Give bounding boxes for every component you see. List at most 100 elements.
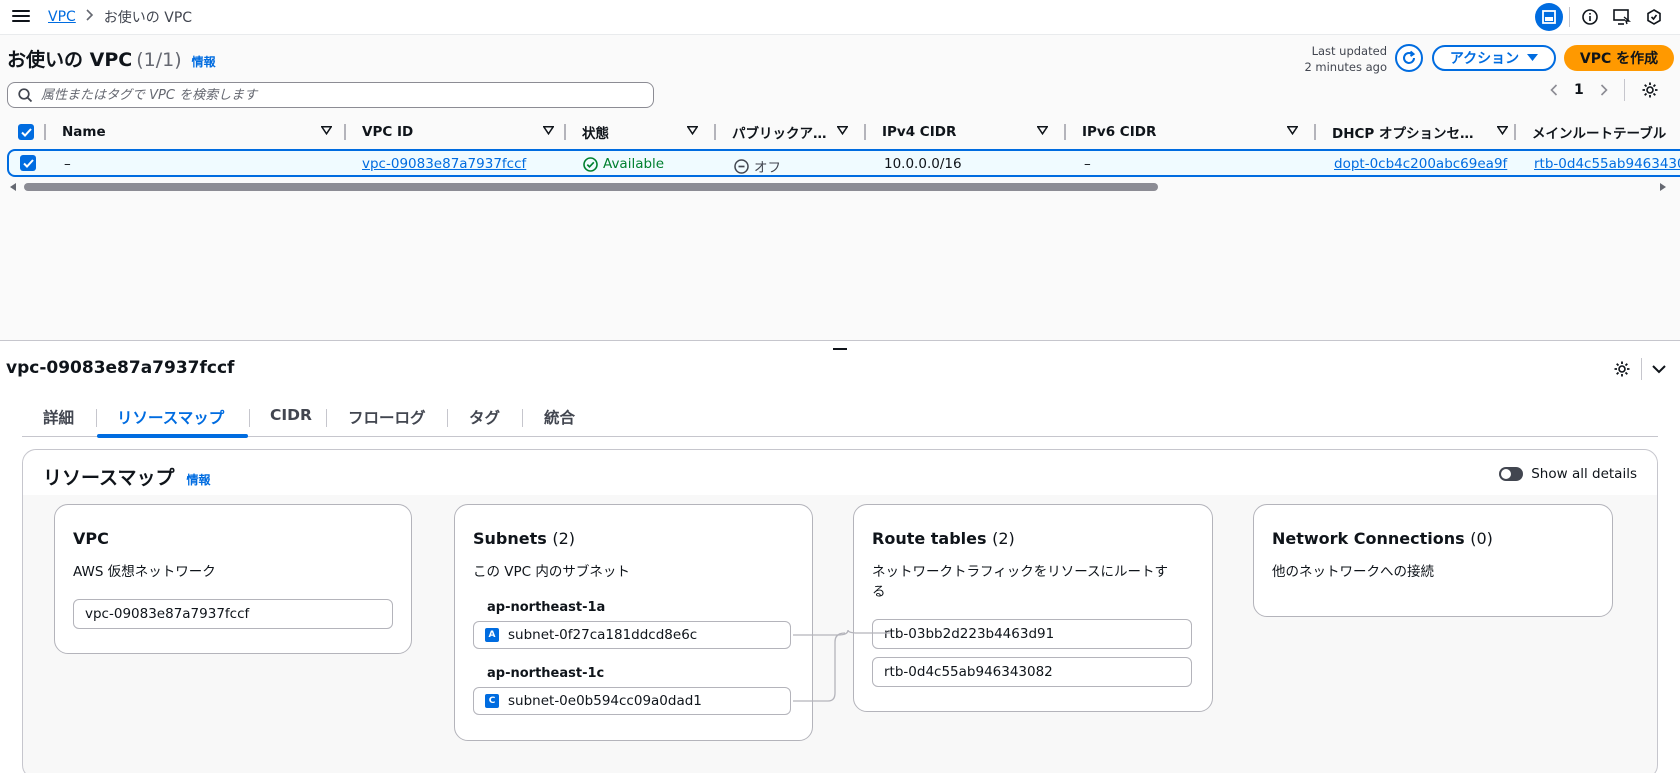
cell-main-route-table-link[interactable]: rtb-0d4c55ab9463430 <box>1534 156 1680 172</box>
az-badge-icon: C <box>485 694 499 708</box>
subnet-resource[interactable]: C subnet-0e0b594cc09a0dad1 <box>473 687 791 715</box>
column-label: パブリックア… <box>732 126 827 142</box>
toggle-switch[interactable] <box>1499 467 1524 481</box>
column-label: IPv6 CIDR <box>1082 124 1157 140</box>
tab-integrations[interactable]: 統合 <box>544 406 575 428</box>
checkbox-checked-icon <box>18 124 34 140</box>
split-panel-divider[interactable] <box>0 340 1680 341</box>
az-badge-icon: A <box>485 628 499 642</box>
column-header-vpc-id[interactable]: VPC ID <box>362 117 562 147</box>
column-header-main-route-table[interactable]: メインルートテーブル <box>1532 117 1680 147</box>
show-all-details-toggle[interactable]: Show all details <box>1499 466 1637 482</box>
resource-map-title-text: リソースマップ <box>43 467 175 489</box>
row-checkbox[interactable] <box>20 155 36 171</box>
tab-divider <box>522 409 523 427</box>
column-header-dhcp-options[interactable]: DHCP オプションセ… <box>1332 117 1516 147</box>
current-page[interactable]: 1 <box>1574 82 1584 98</box>
refresh-button[interactable] <box>1395 44 1423 72</box>
column-divider <box>1514 124 1516 140</box>
availability-zone-label: ap-northeast-1a <box>487 600 606 615</box>
column-header-ipv4-cidr[interactable]: IPv4 CIDR <box>882 117 1056 147</box>
tab-flow-logs[interactable]: フローログ <box>348 406 426 428</box>
info-link[interactable]: 情報 <box>186 471 210 488</box>
cell-name: – <box>64 156 71 172</box>
availability-zone-label: ap-northeast-1c <box>487 666 605 681</box>
breadcrumb: VPC お使いの VPC <box>48 7 192 27</box>
info-button[interactable] <box>1574 2 1606 32</box>
pagination: 1 <box>1550 79 1659 101</box>
tab-resource-map[interactable]: リソースマップ <box>117 406 224 428</box>
cell-state: Available <box>583 156 664 172</box>
sort-caret-icon <box>1287 126 1298 135</box>
create-vpc-button[interactable]: VPC を作成 <box>1564 45 1674 71</box>
subnet-resource[interactable]: A subnet-0f27ca181ddcd8e6c <box>473 621 791 649</box>
tab-divider <box>326 409 327 427</box>
route-table-resource[interactable]: rtb-03bb2d223b4463d91 <box>872 619 1192 649</box>
list-header: お使いの VPC (1/1) 情報 <box>7 45 216 72</box>
breadcrumb-current: お使いの VPC <box>103 10 193 26</box>
network-connections-card: Network Connections (0) 他のネットワークへの接続 <box>1253 504 1613 617</box>
tutorial-button[interactable] <box>1606 2 1638 32</box>
card-subtitle: AWS 仮想ネットワーク <box>73 564 216 580</box>
horizontal-scrollbar[interactable] <box>0 180 1680 194</box>
column-label: メインルートテーブル <box>1532 126 1667 142</box>
tab-tags[interactable]: タグ <box>469 406 500 428</box>
scrollbar-thumb[interactable] <box>24 183 1158 191</box>
tab-cidr[interactable]: CIDR <box>270 406 312 424</box>
search-input[interactable] <box>41 87 641 103</box>
column-label: 状態 <box>582 126 609 142</box>
scroll-right-icon[interactable] <box>1660 183 1666 191</box>
breadcrumb-vpc-link[interactable]: VPC <box>48 9 76 25</box>
chevron-down-icon[interactable] <box>1652 364 1666 374</box>
select-all-checkbox[interactable] <box>18 117 38 147</box>
card-title: Network Connections (0) <box>1272 529 1493 548</box>
route-table-resource[interactable]: rtb-0d4c55ab946343082 <box>872 657 1192 687</box>
table-header: Name VPC ID 状態 パブリックア… IPv4 CIDR IPv6 CI… <box>0 117 1680 147</box>
last-updated: Last updated 2 minutes ago <box>1304 43 1387 75</box>
feedback-button[interactable] <box>1638 2 1670 32</box>
split-panel-icon <box>1535 3 1563 31</box>
search-icon <box>18 87 33 102</box>
split-panel-button[interactable] <box>1533 2 1565 32</box>
column-divider <box>44 124 46 140</box>
gear-icon[interactable] <box>1613 360 1631 378</box>
route-tables-card: Route tables (2) ネットワークトラフィックをリソースにルートす … <box>853 504 1213 712</box>
column-header-ipv6-cidr[interactable]: IPv6 CIDR <box>1082 117 1306 147</box>
search-box[interactable] <box>7 82 654 108</box>
card-subtitle: この VPC 内のサブネット <box>473 564 630 580</box>
top-navigation-bar: VPC お使いの VPC <box>0 0 1680 35</box>
actions-label: アクション <box>1449 51 1520 67</box>
cell-dhcp-link[interactable]: dopt-0cb4c200abc69ea9f <box>1334 156 1507 172</box>
column-header-state[interactable]: 状態 <box>582 117 706 147</box>
resource-map-container: リソースマップ 情報 Show all details VPC AWS 仮想ネッ… <box>22 449 1658 773</box>
page-title: お使いの VPC <box>7 49 133 71</box>
vpc-resource[interactable]: vpc-09083e87a7937fccf <box>73 599 393 629</box>
card-title: Subnets (2) <box>473 529 575 548</box>
column-divider <box>864 124 866 140</box>
previous-page-icon[interactable] <box>1550 84 1558 96</box>
sort-caret-icon <box>1037 126 1048 135</box>
details-tabs: 詳細 リソースマップ CIDR フローログ タグ 統合 <box>22 400 1658 438</box>
info-icon <box>1582 9 1598 25</box>
column-label: VPC ID <box>362 124 414 140</box>
column-header-public-access[interactable]: パブリックア… <box>732 117 856 147</box>
tab-details[interactable]: 詳細 <box>43 406 74 428</box>
resize-handle-icon[interactable] <box>833 348 847 350</box>
cell-vpc-id-link[interactable]: vpc-09083e87a7937fccf <box>362 156 526 172</box>
scroll-left-icon[interactable] <box>10 183 16 191</box>
actions-button[interactable]: アクション <box>1432 45 1556 71</box>
subnets-card: Subnets (2) この VPC 内のサブネット ap-northeast-… <box>454 504 813 741</box>
details-tools <box>1613 358 1666 380</box>
column-header-name[interactable]: Name <box>62 117 340 147</box>
last-updated-label: Last updated <box>1311 44 1387 58</box>
card-count: (2) <box>552 529 576 548</box>
info-link[interactable]: 情報 <box>192 53 216 70</box>
card-subtitle: ネットワークトラフィックをリソースにルートす る <box>872 562 1168 602</box>
card-title-text: Subnets <box>473 529 547 548</box>
next-page-icon[interactable] <box>1600 84 1608 96</box>
preferences-gear-icon[interactable] <box>1641 81 1659 99</box>
card-subtitle: 他のネットワークへの接続 <box>1272 564 1434 580</box>
table-row[interactable]: – vpc-09083e87a7937fccf Available オフ 10.… <box>7 149 1680 177</box>
menu-icon[interactable] <box>12 7 30 25</box>
public-access-text: オフ <box>754 160 781 176</box>
